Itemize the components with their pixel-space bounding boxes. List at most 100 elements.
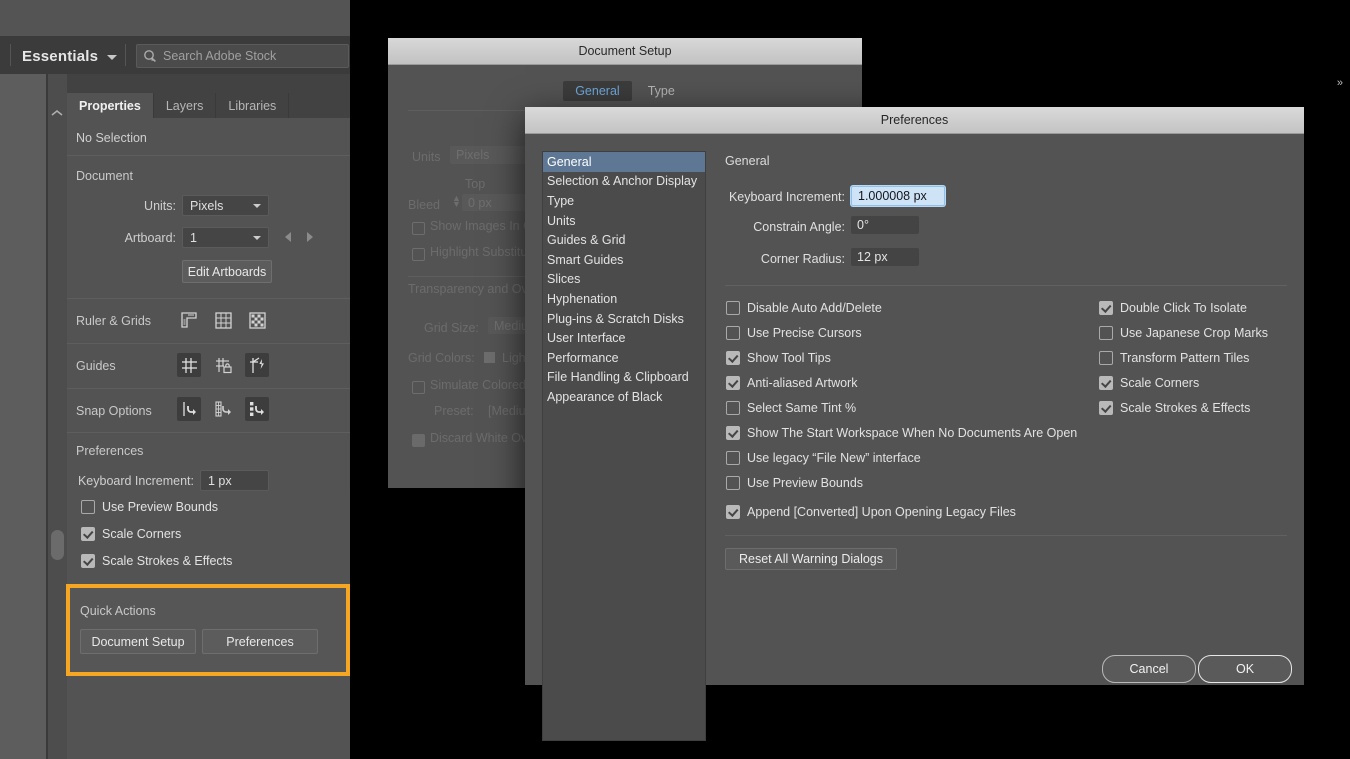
preferences-titlebar[interactable]: Preferences	[525, 107, 1304, 134]
category-selection-anchor-display[interactable]: Selection & Anchor Display	[543, 172, 705, 192]
reset-warning-dialogs-button[interactable]: Reset All Warning Dialogs	[725, 548, 897, 570]
edit-artboards-button[interactable]: Edit Artboards	[182, 260, 272, 283]
next-artboard-icon[interactable]	[307, 232, 313, 242]
checkbox-transform-pattern-tiles[interactable]: Transform Pattern Tiles	[1099, 351, 1249, 365]
units-dropdown[interactable]: Pixels	[182, 195, 269, 216]
ok-label: OK	[1235, 662, 1255, 676]
checkbox-scale-strokes-effects[interactable]: Scale Strokes & Effects	[1099, 401, 1250, 415]
tab-general[interactable]: General	[563, 81, 632, 101]
tab-properties[interactable]: Properties	[67, 93, 154, 118]
ruler-icon[interactable]	[177, 308, 201, 332]
checkbox-use-japanese-crop-marks[interactable]: Use Japanese Crop Marks	[1099, 326, 1268, 340]
snap-to-grid-icon[interactable]	[211, 397, 235, 421]
checkbox-scale-corners[interactable]: Scale Corners	[1099, 376, 1199, 390]
category-guides-grid[interactable]: Guides & Grid	[543, 230, 705, 250]
category-general[interactable]: General	[543, 152, 705, 172]
tab-type[interactable]: Type	[636, 81, 687, 101]
checkbox-label: Use Preview Bounds	[747, 476, 864, 490]
panel-scroll-rail[interactable]	[48, 74, 67, 759]
checkbox-box	[726, 326, 740, 340]
workspace-label: Essentials	[22, 47, 99, 65]
category-label: Units	[547, 213, 576, 228]
cancel-button[interactable]: Cancel	[1102, 655, 1196, 683]
category-label: General	[547, 154, 592, 169]
category-slices[interactable]: Slices	[543, 270, 705, 290]
checkbox-scale-corners[interactable]: Scale Corners	[81, 527, 181, 541]
category-hyphenation[interactable]: Hyphenation	[543, 289, 705, 309]
checkbox-label: Transform Pattern Tiles	[1120, 351, 1250, 365]
panel-tab-bar: Properties Layers Libraries	[67, 93, 350, 118]
checkbox-show-start-workspace[interactable]: Show The Start Workspace When No Documen…	[726, 426, 1077, 440]
category-smart-guides[interactable]: Smart Guides	[543, 250, 705, 270]
checkbox-highlight-substituted[interactable]	[412, 248, 425, 261]
checkbox-use-preview-bounds[interactable]: Use Preview Bounds	[726, 476, 863, 490]
category-label: Hyphenation	[547, 291, 618, 306]
checkbox-double-click-to-isolate[interactable]: Double Click To Isolate	[1099, 301, 1247, 315]
category-plugins-scratch-disks[interactable]: Plug-ins & Scratch Disks	[543, 309, 705, 329]
checkbox-use-preview-bounds[interactable]: Use Preview Bounds	[81, 500, 218, 514]
preferences-category-list[interactable]: General Selection & Anchor Display Type …	[542, 151, 706, 741]
keyboard-increment-input[interactable]: 1 px	[200, 470, 269, 491]
checkbox-anti-aliased-artwork[interactable]: Anti-aliased Artwork	[726, 376, 857, 390]
chevron-up-icon[interactable]	[50, 108, 64, 118]
corner-radius-input[interactable]: 12 px	[851, 248, 919, 266]
snap-to-pixel-icon[interactable]	[245, 397, 269, 421]
units-label: Units	[412, 150, 441, 164]
artboard-dropdown[interactable]: 1	[182, 227, 269, 248]
checkbox-disable-auto-add-delete[interactable]: Disable Auto Add/Delete	[726, 301, 882, 315]
checkbox-discard-white-overprint[interactable]	[412, 434, 425, 447]
document-setup-label: Document Setup	[91, 634, 185, 649]
document-setup-titlebar[interactable]: Document Setup	[388, 38, 862, 65]
tab-label: Properties	[79, 98, 141, 113]
checkbox-show-tool-tips[interactable]: Show Tool Tips	[726, 351, 831, 365]
category-units[interactable]: Units	[543, 211, 705, 231]
collapse-panel-icon[interactable]: »	[1337, 77, 1343, 89]
adobe-stock-search[interactable]: Search Adobe Stock	[136, 44, 349, 68]
checkbox-label: Use legacy “File New” interface	[747, 451, 921, 465]
grid-icon[interactable]	[211, 308, 235, 332]
checkbox-use-legacy-file-new[interactable]: Use legacy “File New” interface	[726, 451, 921, 465]
tab-layers[interactable]: Layers	[154, 93, 217, 118]
grid-size-label: Grid Size:	[424, 321, 479, 335]
category-appearance-of-black[interactable]: Appearance of Black	[543, 387, 705, 407]
lock-guides-icon[interactable]	[211, 353, 235, 377]
snap-to-point-icon[interactable]	[177, 397, 201, 421]
keyboard-increment-input[interactable]: 1.000008 px	[851, 186, 945, 206]
checkbox-use-precise-cursors[interactable]: Use Precise Cursors	[726, 326, 862, 340]
grid-color-swatch[interactable]	[484, 352, 495, 363]
document-setup-button[interactable]: Document Setup	[80, 629, 196, 654]
checkbox-box	[726, 401, 740, 415]
preferences-button[interactable]: Preferences	[202, 629, 318, 654]
search-icon	[144, 50, 156, 62]
checkbox-simulate-colored-paper[interactable]	[412, 381, 425, 394]
checkbox-box	[1099, 301, 1113, 315]
search-input[interactable]: Search Adobe Stock	[163, 49, 276, 63]
category-file-handling-clipboard[interactable]: File Handling & Clipboard	[543, 368, 705, 388]
chevron-down-icon	[253, 235, 261, 240]
constrain-angle-input[interactable]: 0°	[851, 216, 919, 234]
category-label: Type	[547, 193, 575, 208]
divider	[67, 343, 350, 344]
stepper-icon[interactable]: ▲ ▼	[452, 194, 461, 209]
checkbox-label: Use Japanese Crop Marks	[1120, 326, 1268, 340]
category-label: Selection & Anchor Display	[547, 174, 698, 189]
prev-artboard-icon[interactable]	[285, 232, 291, 242]
scrollbar-thumb[interactable]	[51, 530, 64, 560]
show-guides-icon[interactable]	[177, 353, 201, 377]
checkbox-scale-strokes-effects[interactable]: Scale Strokes & Effects	[81, 554, 232, 568]
document-setup-tabs: General Type	[388, 81, 862, 101]
category-user-interface[interactable]: User Interface	[543, 328, 705, 348]
category-performance[interactable]: Performance	[543, 348, 705, 368]
checkbox-append-converted[interactable]: Append [Converted] Upon Opening Legacy F…	[726, 505, 1016, 519]
workspace-switcher[interactable]: Essentials	[22, 45, 118, 67]
checkbox-box	[81, 554, 95, 568]
transparency-grid-icon[interactable]	[245, 308, 269, 332]
tab-label: Layers	[165, 98, 204, 113]
checkbox-show-images-outline[interactable]	[412, 222, 425, 235]
ok-button[interactable]: OK	[1198, 655, 1292, 683]
tab-libraries[interactable]: Libraries	[216, 93, 290, 118]
checkbox-select-same-tint[interactable]: Select Same Tint %	[726, 401, 856, 415]
bleed-top-input[interactable]: 0 px	[462, 194, 528, 211]
category-label: Guides & Grid	[547, 233, 626, 248]
smart-guides-icon[interactable]	[245, 353, 269, 377]
